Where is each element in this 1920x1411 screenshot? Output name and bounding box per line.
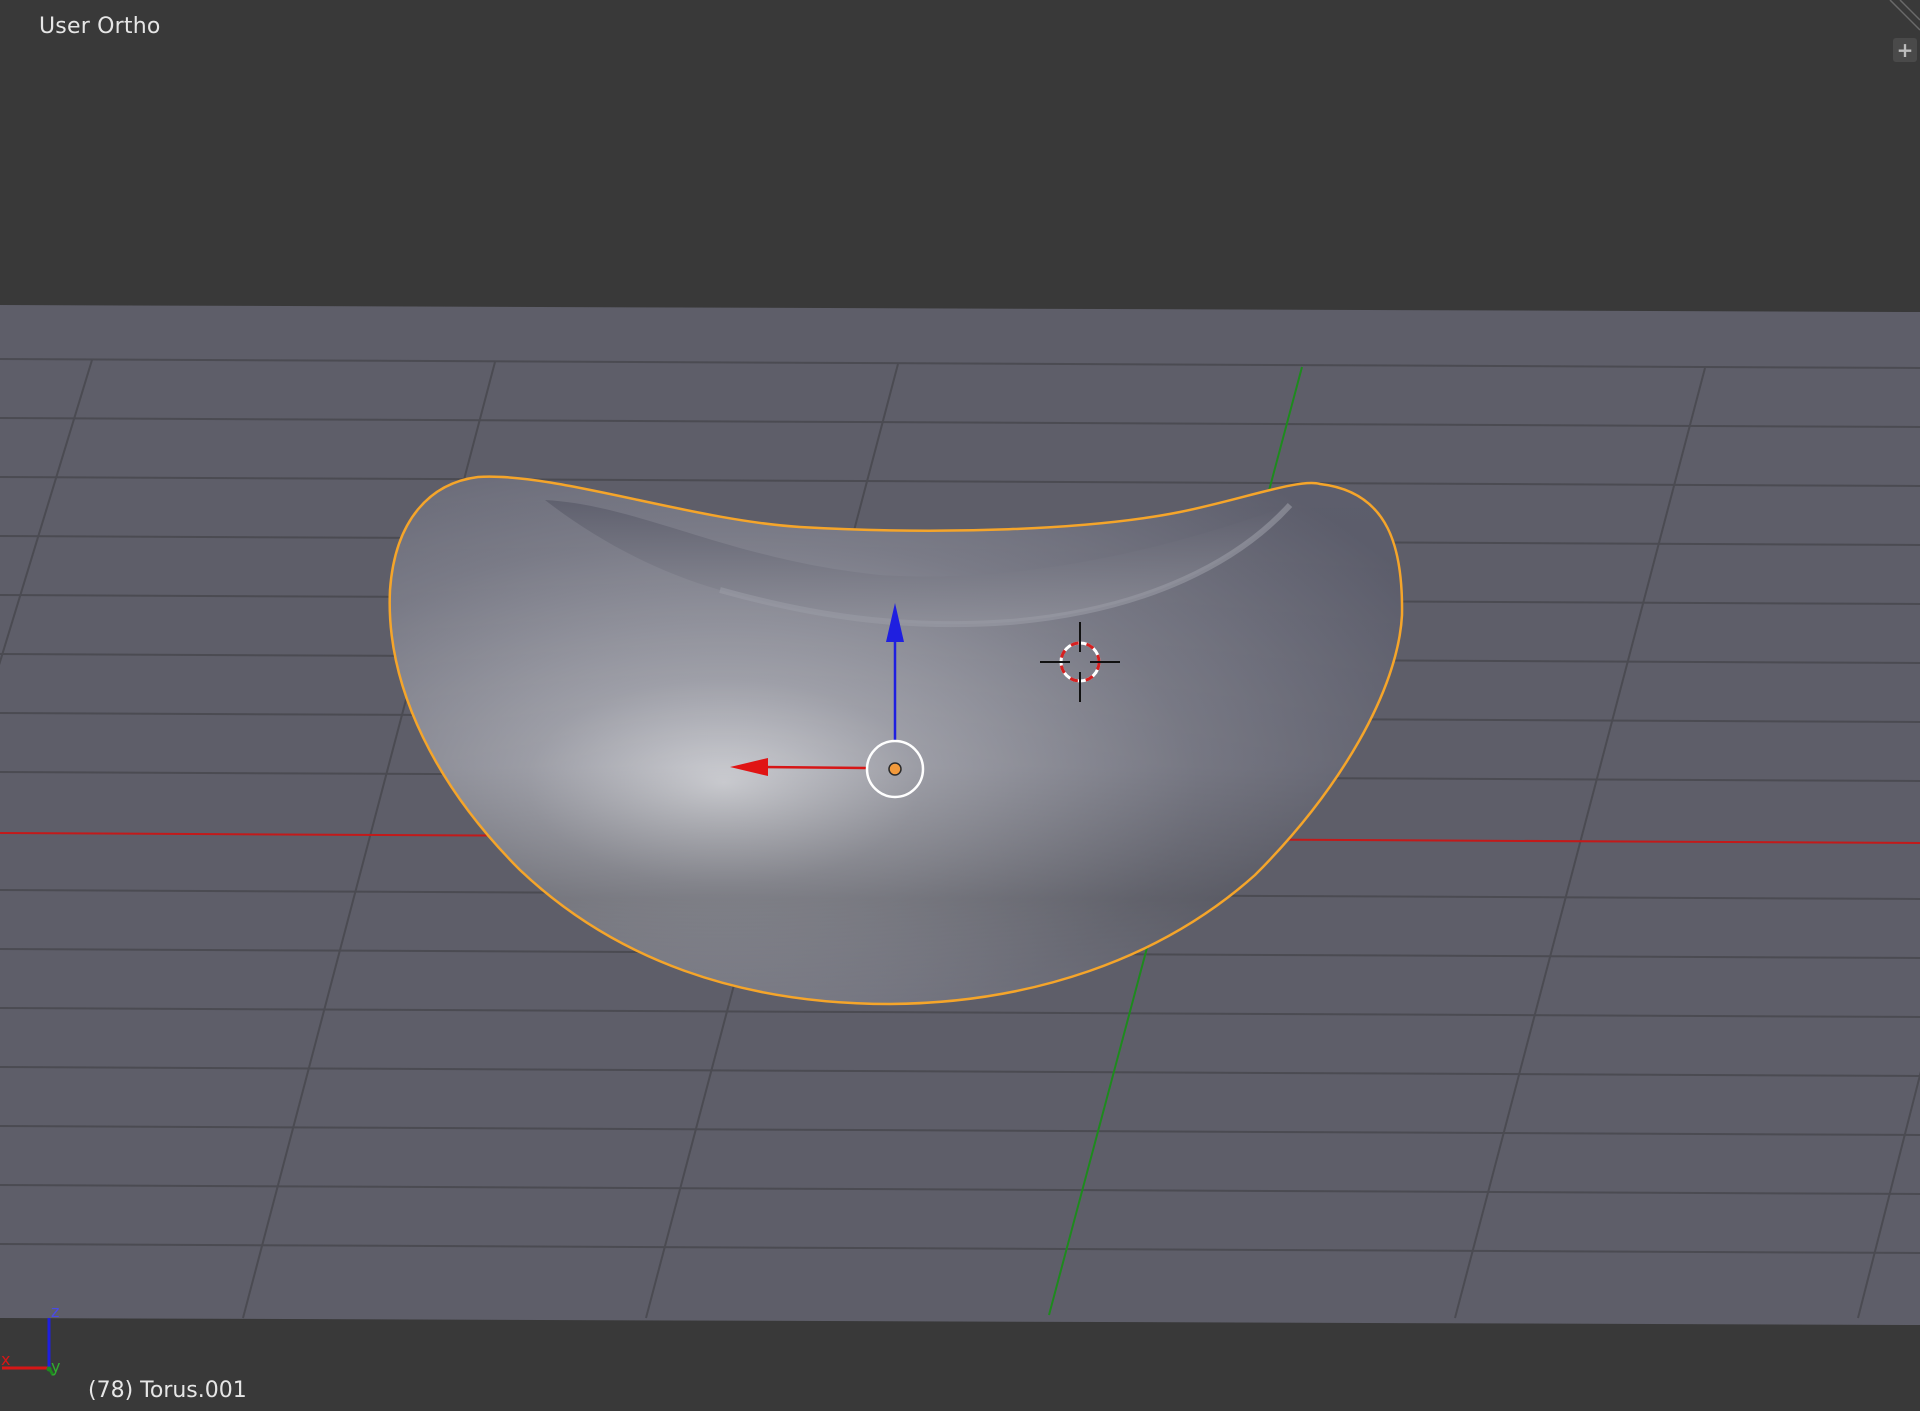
plus-icon[interactable]: + — [1893, 38, 1917, 62]
object-origin-icon — [888, 762, 902, 776]
view-name-label: User Ortho — [39, 14, 161, 39]
active-object-label: (78) Torus.001 — [88, 1378, 247, 1403]
axis-x-label: x — [1, 1350, 11, 1369]
manipulator-x-axis[interactable] — [759, 765, 867, 770]
area-split-corner-icon[interactable] — [1886, 0, 1920, 34]
3d-viewport[interactable]: + User Ortho (78) Torus.001 z x y — [0, 0, 1920, 1411]
viewport-scene[interactable] — [0, 0, 1920, 1411]
axis-y-label: y — [51, 1357, 61, 1376]
axis-z-label: z — [51, 1302, 60, 1321]
